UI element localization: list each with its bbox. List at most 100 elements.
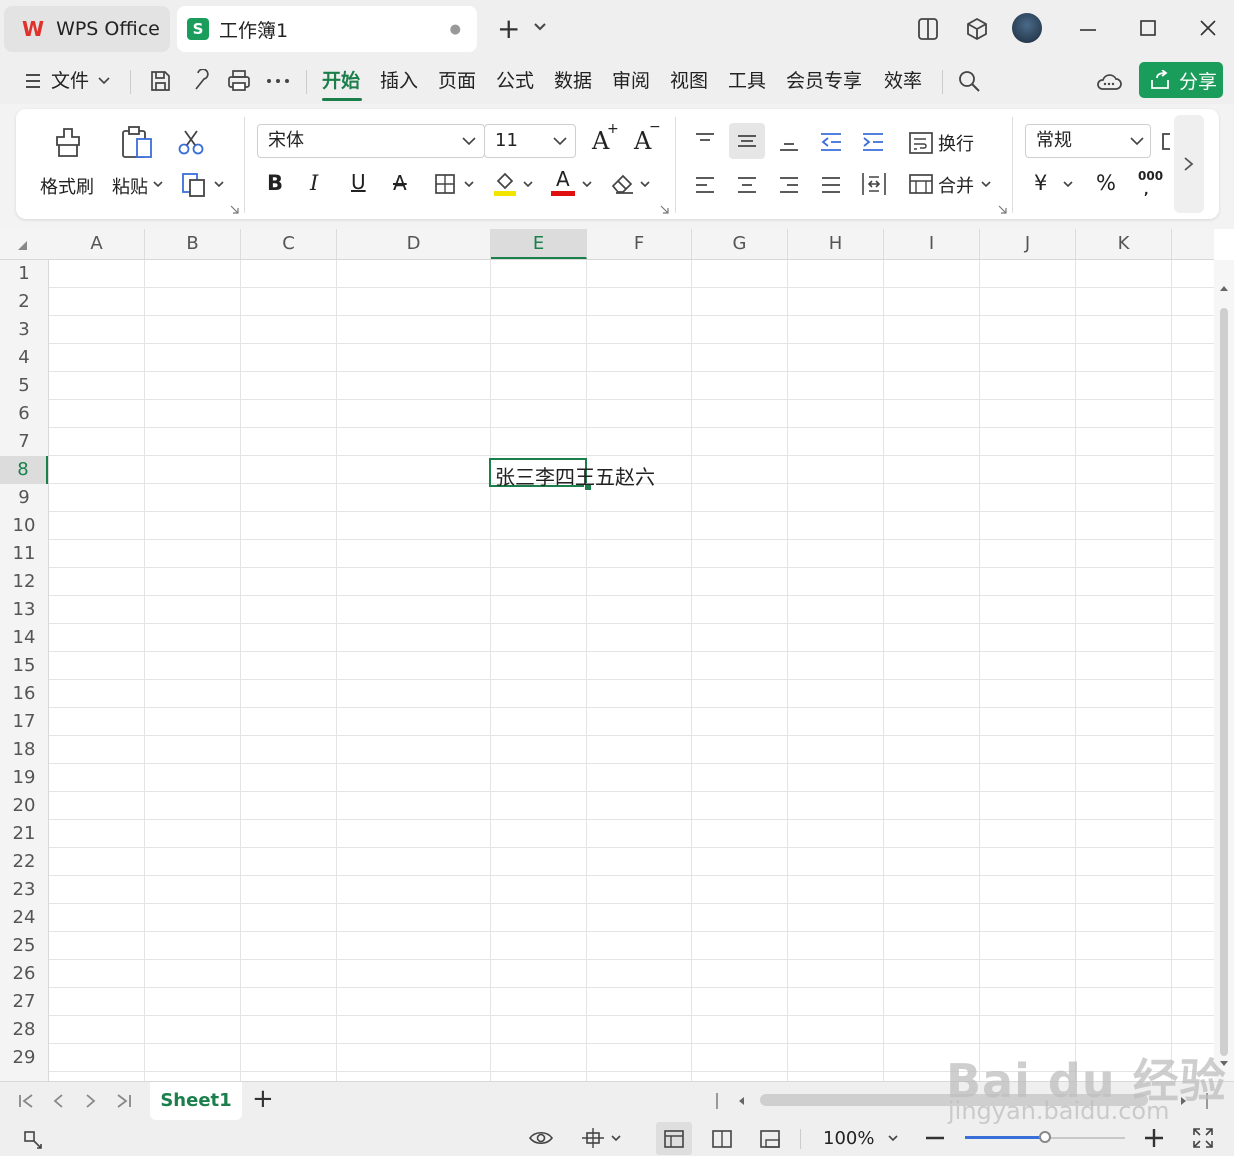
- cloud-sync-icon[interactable]: [1095, 70, 1123, 92]
- new-tab-icon[interactable]: +: [497, 12, 520, 45]
- format-painter-label[interactable]: 格式刷: [40, 173, 94, 199]
- hamburger-menu-icon[interactable]: [24, 72, 42, 90]
- align-right-icon[interactable]: [778, 175, 800, 195]
- row-header-29[interactable]: 29: [0, 1044, 48, 1072]
- strikethrough-button[interactable]: A: [393, 171, 407, 195]
- unsaved-dot-icon[interactable]: ●: [450, 22, 461, 37]
- tab-insert[interactable]: 插入: [380, 68, 418, 94]
- search-icon[interactable]: [957, 69, 981, 93]
- column-header-i[interactable]: I: [884, 229, 980, 259]
- borders-icon[interactable]: [434, 173, 456, 195]
- font-color-button[interactable]: A: [556, 167, 570, 191]
- row-header-6[interactable]: 6: [0, 400, 48, 428]
- cut-icon[interactable]: [178, 129, 206, 155]
- underline-button[interactable]: U: [351, 170, 366, 194]
- tab-tools[interactable]: 工具: [728, 68, 766, 94]
- reading-view-icon[interactable]: [759, 1129, 781, 1149]
- vertical-scrollbar[interactable]: [1214, 260, 1234, 1081]
- tab-list-chevron-icon[interactable]: [533, 22, 547, 32]
- decrease-indent-icon[interactable]: [819, 131, 843, 153]
- column-header-k[interactable]: K: [1076, 229, 1172, 259]
- minimize-icon[interactable]: [1078, 20, 1098, 40]
- row-header-8[interactable]: 8: [0, 456, 48, 484]
- align-left-icon[interactable]: [694, 175, 716, 195]
- previous-sheet-icon[interactable]: [52, 1093, 64, 1109]
- column-header-d[interactable]: D: [337, 229, 491, 259]
- row-header-26[interactable]: 26: [0, 960, 48, 988]
- eye-protection-icon[interactable]: [528, 1129, 554, 1147]
- clear-format-eraser-icon[interactable]: [610, 171, 636, 195]
- column-header-j[interactable]: J: [980, 229, 1076, 259]
- align-middle-button[interactable]: [729, 123, 765, 159]
- thousands-separator-button[interactable]: 000: [1138, 169, 1163, 183]
- print-icon[interactable]: [227, 69, 251, 93]
- share-button[interactable]: 分享: [1139, 62, 1223, 98]
- italic-button[interactable]: I: [310, 171, 318, 195]
- tab-split-handle[interactable]: [716, 1093, 718, 1109]
- column-header-f[interactable]: F: [587, 229, 692, 259]
- workbook-tab[interactable]: S 工作簿1 ●: [177, 6, 477, 52]
- hscroll-left-arrow-icon[interactable]: [737, 1096, 745, 1106]
- merge-cells-icon[interactable]: [908, 173, 934, 195]
- row-header-9[interactable]: 9: [0, 484, 48, 512]
- number-format-combo[interactable]: 常规: [1025, 124, 1151, 158]
- row-header-14[interactable]: 14: [0, 624, 48, 652]
- alignment-dialog-launcher-icon[interactable]: [998, 205, 1007, 214]
- paste-label[interactable]: 粘贴: [112, 173, 148, 199]
- row-header-2[interactable]: 2: [0, 288, 48, 316]
- currency-button[interactable]: ¥: [1034, 171, 1047, 195]
- row-header-11[interactable]: 11: [0, 540, 48, 568]
- file-menu[interactable]: 文件: [51, 68, 89, 94]
- file-menu-chevron-icon[interactable]: [98, 77, 110, 85]
- tablet-mode-icon[interactable]: [916, 17, 940, 41]
- ribbon-scroll-right-button[interactable]: [1174, 115, 1204, 213]
- align-center-icon[interactable]: [736, 175, 758, 195]
- maximize-icon[interactable]: [1138, 18, 1158, 38]
- crosshair-chevron-icon[interactable]: [611, 1135, 621, 1143]
- font-dialog-launcher-icon[interactable]: [660, 205, 669, 214]
- wrap-text-label[interactable]: 换行: [938, 130, 974, 156]
- row-header-27[interactable]: 27: [0, 988, 48, 1016]
- select-all-corner-icon[interactable]: [16, 239, 28, 251]
- row-header-25[interactable]: 25: [0, 932, 48, 960]
- wrap-text-icon[interactable]: [908, 131, 934, 155]
- zoom-slider-track[interactable]: [965, 1131, 1125, 1143]
- last-sheet-icon[interactable]: [116, 1093, 132, 1109]
- tab-review[interactable]: 审阅: [612, 68, 650, 94]
- save-icon[interactable]: [148, 69, 172, 93]
- zoom-chevron-icon[interactable]: [888, 1135, 898, 1143]
- tab-home[interactable]: 开始: [322, 68, 360, 94]
- increase-indent-icon[interactable]: [861, 131, 885, 153]
- column-header-c[interactable]: C: [241, 229, 337, 259]
- font-color-chevron-icon[interactable]: [582, 181, 592, 189]
- font-name-combo[interactable]: 宋体: [257, 124, 485, 158]
- zoom-level[interactable]: 100%: [823, 1128, 874, 1149]
- tab-page[interactable]: 页面: [438, 68, 476, 94]
- borders-chevron-icon[interactable]: [464, 181, 474, 189]
- row-header-22[interactable]: 22: [0, 848, 48, 876]
- row-header-1[interactable]: 1: [0, 260, 48, 288]
- row-header-16[interactable]: 16: [0, 680, 48, 708]
- row-header-4[interactable]: 4: [0, 344, 48, 372]
- macro-record-icon[interactable]: [22, 1129, 44, 1149]
- row-header-15[interactable]: 15: [0, 652, 48, 680]
- more-icon[interactable]: [266, 78, 290, 84]
- row-header-7[interactable]: 7: [0, 428, 48, 456]
- vertical-scroll-thumb[interactable]: [1220, 308, 1228, 1056]
- row-header-20[interactable]: 20: [0, 792, 48, 820]
- clear-format-chevron-icon[interactable]: [640, 181, 650, 189]
- next-sheet-icon[interactable]: [85, 1093, 97, 1109]
- zoom-slider-thumb[interactable]: [1039, 1131, 1051, 1143]
- clipboard-dialog-launcher-icon[interactable]: [230, 205, 239, 214]
- column-header-h[interactable]: H: [788, 229, 884, 259]
- row-header-5[interactable]: 5: [0, 372, 48, 400]
- merge-cells-label[interactable]: 合并: [938, 172, 974, 198]
- scroll-up-arrow-icon[interactable]: [1219, 284, 1229, 292]
- merge-chevron-icon[interactable]: [981, 181, 991, 189]
- row-header-23[interactable]: 23: [0, 876, 48, 904]
- copy-icon[interactable]: [180, 171, 208, 199]
- currency-chevron-icon[interactable]: [1063, 181, 1073, 189]
- first-sheet-icon[interactable]: [18, 1093, 34, 1109]
- bold-button[interactable]: B: [267, 171, 283, 195]
- tab-view[interactable]: 视图: [670, 68, 708, 94]
